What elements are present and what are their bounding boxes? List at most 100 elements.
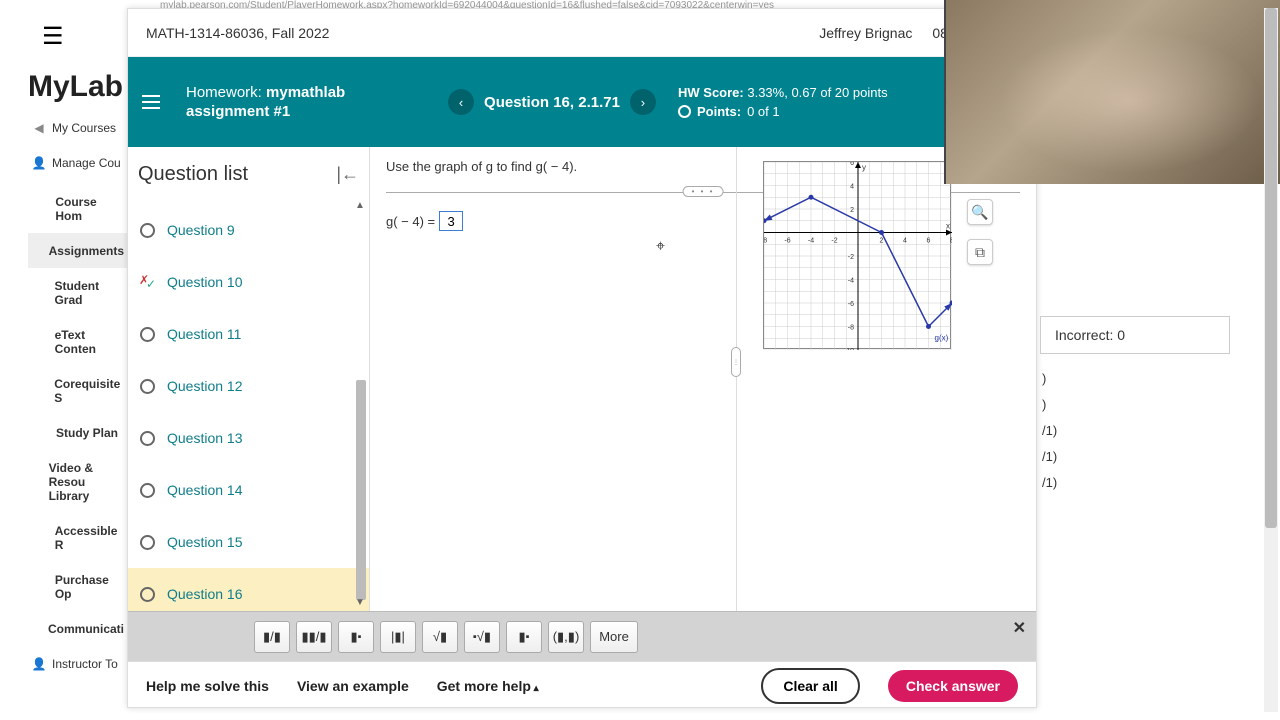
svg-text:-8: -8 <box>848 325 854 332</box>
scroll-up-icon[interactable]: ▲ <box>353 200 367 214</box>
incorrect-count: Incorrect: 0 <box>1040 316 1230 354</box>
svg-text:y: y <box>862 163 866 172</box>
popout-icon[interactable]: ⧉ <box>967 239 993 265</box>
question-list-item[interactable]: Question 12 <box>128 360 369 412</box>
divider-handle-icon[interactable]: • • • <box>683 186 724 197</box>
nav-course-home[interactable]: Course Hom <box>28 184 128 233</box>
collapse-panel-icon[interactable]: |← <box>336 164 359 185</box>
nav-video-library[interactable]: Video & Resou Library <box>28 450 128 513</box>
nav-corequisite[interactable]: Corequisite S <box>28 366 128 415</box>
svg-text:6: 6 <box>927 238 931 245</box>
next-question-button[interactable]: › <box>630 89 656 115</box>
exponent-button[interactable]: ▮▪ <box>338 621 374 653</box>
question-list-label: Question 12 <box>167 378 243 394</box>
resize-handle-icon[interactable]: ⋮ <box>731 347 741 377</box>
status-circle-icon <box>140 535 155 550</box>
status-circle-icon <box>140 223 155 238</box>
score-fragment: ) <box>1042 366 1230 392</box>
question-list-label: Question 15 <box>167 534 243 550</box>
prev-question-button[interactable]: ‹ <box>448 89 474 115</box>
zoom-icon[interactable]: 🔍 <box>967 199 993 225</box>
answer-input[interactable] <box>439 211 463 231</box>
svg-text:-2: -2 <box>848 254 854 261</box>
question-list-item[interactable]: Question 13 <box>128 412 369 464</box>
nav-manage-course[interactable]: 👤Manage Cou <box>28 145 128 180</box>
scroll-down-icon[interactable]: ▼ <box>353 597 367 611</box>
status-circle-icon <box>140 483 155 498</box>
nav-my-courses[interactable]: ◀My Courses <box>28 110 128 145</box>
nav-etext[interactable]: eText Conten <box>28 317 128 366</box>
svg-text:4: 4 <box>903 238 907 245</box>
check-answer-button[interactable]: Check answer <box>888 670 1018 702</box>
question-list-item[interactable]: Question 10 <box>128 256 369 308</box>
help-solve-link[interactable]: Help me solve this <box>146 678 269 694</box>
nav-assignments[interactable]: Assignments <box>28 233 128 268</box>
svg-text:g(x): g(x) <box>935 334 949 343</box>
fraction-button[interactable]: ▮/▮ <box>254 621 290 653</box>
nth-root-button[interactable]: ▪√▮ <box>464 621 500 653</box>
homework-title: Homework: mymathlab assignment #1 <box>186 83 426 122</box>
question-list-label: Question 14 <box>167 482 243 498</box>
nav-study-plan[interactable]: Study Plan <box>28 415 128 450</box>
menu-icon[interactable]: ☰ <box>42 22 64 51</box>
graph-panel: ⋮ -8-6-4-22468-10-8-6-4-2246xyg(x) 🔍 ⧉ <box>736 147 1036 611</box>
nav-instructor[interactable]: 👤Instructor To <box>28 646 128 681</box>
nav-student-grades[interactable]: Student Grad <box>28 268 128 317</box>
score-fragment: /1) <box>1042 470 1230 496</box>
svg-text:-4: -4 <box>808 238 814 245</box>
person-icon: 👤 <box>32 657 46 671</box>
nav-accessible[interactable]: Accessible R <box>28 513 128 562</box>
close-toolbar-icon[interactable]: ✕ <box>1013 618 1026 638</box>
right-sidebar: Incorrect: 0 ))/1)/1)/1) <box>1040 316 1230 496</box>
mixed-fraction-button[interactable]: ▮▮/▮ <box>296 621 332 653</box>
question-list-item[interactable]: Question 9 <box>128 204 369 256</box>
question-list-item[interactable]: Question 11 <box>128 308 369 360</box>
question-list-label: Question 16 <box>167 586 243 602</box>
svg-text:x: x <box>946 222 950 231</box>
view-example-link[interactable]: View an example <box>297 678 409 694</box>
panel-menu-icon[interactable] <box>142 88 170 116</box>
scrollbar-thumb[interactable] <box>356 380 366 600</box>
question-list-label: Question 10 <box>167 274 243 290</box>
url-bar: mylab.pearson.com/Student/PlayerHomework… <box>130 0 774 8</box>
status-circle-icon <box>140 327 155 342</box>
question-list-item[interactable]: Question 16 <box>128 568 369 611</box>
course-name: MATH-1314-86036, Fall 2022 <box>146 25 329 41</box>
back-icon: ◀ <box>32 121 46 135</box>
course-bar: MATH-1314-86036, Fall 2022 Jeffrey Brign… <box>128 9 1036 57</box>
question-list-item[interactable]: Question 14 <box>128 464 369 516</box>
points-status-icon <box>678 105 691 118</box>
svg-text:-10: -10 <box>844 348 854 350</box>
page-scrollbar-thumb[interactable] <box>1265 8 1277 528</box>
question-panel: Use the graph of g to find g( − 4). • • … <box>370 147 1036 611</box>
status-circle-icon <box>140 587 155 602</box>
nav-communication[interactable]: Communicati <box>28 611 128 646</box>
more-help-link[interactable]: Get more help <box>437 678 539 694</box>
svg-text:-6: -6 <box>848 301 854 308</box>
assignment-header: Homework: mymathlab assignment #1 ‹ Ques… <box>128 57 1036 147</box>
question-list-item[interactable]: Question 15 <box>128 516 369 568</box>
question-label: Question 16, 2.1.71 <box>484 94 620 111</box>
bottom-bar: Help me solve this View an example Get m… <box>128 661 1036 709</box>
sqrt-button[interactable]: √▮ <box>422 621 458 653</box>
main-panel: MATH-1314-86036, Fall 2022 Jeffrey Brign… <box>127 8 1037 708</box>
left-nav: ◀My Courses 👤Manage Cou Course Hom Assig… <box>28 110 128 681</box>
svg-text:2: 2 <box>850 207 854 214</box>
nav-purchase[interactable]: Purchase Op <box>28 562 128 611</box>
score-fragment: /1) <box>1042 444 1230 470</box>
page-scrollbar-track[interactable] <box>1264 8 1278 712</box>
absolute-value-button[interactable]: |▮| <box>380 621 416 653</box>
score-fragment: /1) <box>1042 418 1230 444</box>
interval-button[interactable]: (▮,▮) <box>548 621 584 653</box>
subscript-button[interactable]: ▮▪ <box>506 621 542 653</box>
svg-text:2: 2 <box>880 238 884 245</box>
more-button[interactable]: More <box>590 621 638 653</box>
status-circle-icon <box>140 431 155 446</box>
svg-text:8: 8 <box>950 238 952 245</box>
clear-all-button[interactable]: Clear all <box>761 668 859 704</box>
svg-text:-4: -4 <box>848 278 854 285</box>
math-toolbar: ▮/▮ ▮▮/▮ ▮▪ |▮| √▮ ▪√▮ ▮▪ (▮,▮) More ✕ <box>128 611 1036 661</box>
question-list-label: Question 11 <box>167 326 241 342</box>
question-list-label: Question 9 <box>167 222 235 238</box>
svg-text:6: 6 <box>850 162 854 167</box>
